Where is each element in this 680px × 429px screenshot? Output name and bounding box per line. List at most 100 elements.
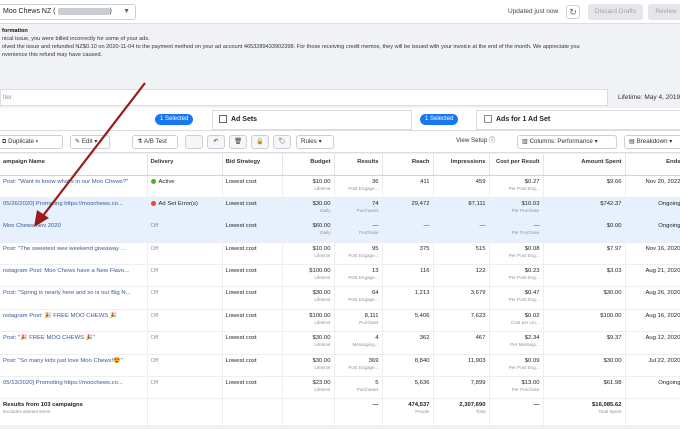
table-row[interactable]: Post: "So many kids just love Moo Chews!… bbox=[0, 354, 680, 378]
table-row[interactable]: nstagram Post: 🎉 FREE MOO CHEWS 🎉 Off Lowe… bbox=[0, 309, 680, 333]
duplicate-button[interactable]: ⧉ Duplicate ▾ bbox=[0, 135, 63, 149]
undo-icon[interactable]: ↶ bbox=[207, 135, 225, 149]
table-row[interactable]: Post: "Want to know what's in our Moo Ch… bbox=[0, 175, 680, 198]
chevron-down-icon: ▾ bbox=[594, 138, 598, 145]
blank-tool-button[interactable] bbox=[185, 135, 203, 149]
budget-sublabel: Lifetime bbox=[314, 297, 331, 303]
table-row[interactable]: Post: "Spring is nearly here and so is o… bbox=[0, 286, 680, 310]
reach-value: 1,213 bbox=[414, 290, 430, 297]
campaign-name-link[interactable]: Post: "Want to know what's in our Moo Ch… bbox=[0, 175, 148, 198]
tab-ad-sets[interactable]: Ad Sets bbox=[212, 110, 412, 130]
campaign-name-link[interactable]: Post: "The sweetest wee weekend giveaway… bbox=[0, 242, 148, 266]
col-campaign-name[interactable]: ampaign Name bbox=[0, 154, 148, 176]
campaign-name-link[interactable]: Post: "🎉 FREE MOO CHEWS 🎉" bbox=[0, 331, 148, 355]
impressions: 11,903 bbox=[433, 354, 490, 378]
tab-ads[interactable]: Ads for 1 Ad Set bbox=[476, 110, 680, 130]
ends-date-value: Ongoing bbox=[658, 223, 680, 230]
trash-icon[interactable]: 🗑 bbox=[229, 135, 247, 149]
reach: 8,840 bbox=[382, 354, 434, 378]
reach-value: 362 bbox=[419, 335, 430, 342]
reach: 362 bbox=[382, 331, 434, 355]
campaign-name-link[interactable]: nstagram Post: Moo Chews have a New Flav… bbox=[0, 264, 148, 288]
discard-drafts-button[interactable]: Discard Drafts bbox=[588, 4, 643, 20]
account-selector[interactable]: Moo Chews NZ () ▼ bbox=[0, 4, 136, 20]
selected-campaigns-pill[interactable]: 1 Selected bbox=[155, 114, 194, 125]
columns-dropdown[interactable]: ▥ Columns: Performance ▾ bbox=[517, 135, 617, 149]
search-filter-input[interactable]: lter bbox=[0, 89, 608, 106]
results-sublabel: Post Engage... bbox=[348, 364, 379, 370]
col-reach[interactable]: Reach bbox=[382, 154, 434, 176]
budget[interactable]: $60.00 Daily bbox=[282, 219, 335, 243]
col-results[interactable]: Results bbox=[334, 154, 383, 176]
cost-per-result-value: — bbox=[533, 223, 540, 230]
results-value: 5 bbox=[375, 380, 379, 387]
ends-date-value: Aug 16, 2020 bbox=[645, 312, 680, 319]
ends-date: Jul 22, 2020 bbox=[625, 354, 680, 378]
results: 8,111 Purchase bbox=[334, 309, 383, 333]
col-bid-strategy[interactable]: Bid Strategy bbox=[222, 154, 283, 176]
table-row[interactable]: Moo Chews Nov 2020 Off Lowest cost $60.00 Da… bbox=[0, 219, 680, 243]
cost-per-result-value: $2.34 bbox=[524, 335, 540, 342]
col-budget[interactable]: Budget bbox=[282, 154, 335, 176]
col-ends[interactable]: Ends bbox=[625, 154, 680, 176]
chevron-down-icon: ▾ bbox=[94, 138, 98, 145]
col-impressions[interactable]: Impressions bbox=[433, 154, 490, 176]
budget[interactable]: $30.00 Lifetime bbox=[282, 286, 335, 310]
lock-icon[interactable]: 🔒 bbox=[251, 135, 269, 149]
cost-per-result-sublabel: Per Purchase bbox=[511, 207, 540, 213]
col-amount-spent[interactable]: Amount Spent bbox=[543, 154, 626, 176]
campaign-name-link[interactable]: Moo Chews Nov 2020 bbox=[0, 219, 148, 243]
bid-strategy-value: Lowest cost bbox=[225, 335, 257, 342]
campaign-name-link-value: Post: "So many kids just love Moo Chews!… bbox=[3, 357, 123, 364]
table-row[interactable]: Post: "The sweetest wee weekend giveaway… bbox=[0, 242, 680, 266]
breakdown-dropdown[interactable]: ▤ Breakdown ▾ bbox=[624, 135, 680, 149]
review-button[interactable]: Review bbox=[648, 4, 680, 20]
totals-impressions: 2,307,690 Total bbox=[433, 398, 490, 429]
campaign-name-link[interactable]: 05/13/2020] Promoting https://moochews.c… bbox=[0, 376, 148, 400]
selected-adsets-pill[interactable]: 1 Selected bbox=[420, 114, 459, 125]
date-range-picker[interactable]: Lifetime: May 4, 2019 bbox=[612, 89, 680, 106]
reach-value: 116 bbox=[420, 268, 430, 275]
budget[interactable]: $100.00 Lifetime bbox=[282, 264, 335, 288]
table-row[interactable]: nstagram Post: Moo Chews have a New Flav… bbox=[0, 264, 680, 288]
edit-button[interactable]: ✎ Edit ▾ bbox=[70, 135, 110, 149]
rules-button[interactable]: Rules ▾ bbox=[296, 135, 334, 149]
table-row[interactable]: 05/26/2020] Promoting https://moochews.c… bbox=[0, 197, 680, 221]
budget[interactable]: $23.00 Lifetime bbox=[282, 376, 335, 400]
tag-icon[interactable]: 🏷 bbox=[273, 135, 291, 149]
campaign-name-link[interactable]: nstagram Post: 🎉 FREE MOO CHEWS 🎉 bbox=[0, 309, 148, 333]
ab-test-button[interactable]: ⚗ A/B Test bbox=[132, 135, 178, 149]
notice-line-1: nical issue, you were billed incorrectly… bbox=[2, 36, 150, 42]
chevron-down-icon: ▾ bbox=[318, 138, 322, 145]
cost-per-result: $0.23 Per Post Eng... bbox=[489, 264, 544, 288]
amount-spent-value: $30.00 bbox=[603, 290, 622, 297]
col-delivery[interactable]: Delivery bbox=[147, 154, 223, 176]
campaign-name-link[interactable]: 05/26/2020] Promoting https://moochews.c… bbox=[0, 197, 148, 221]
budget[interactable]: $10.00 Lifetime bbox=[282, 242, 335, 266]
campaign-name-link[interactable]: Post: "So many kids just love Moo Chews!… bbox=[0, 354, 148, 378]
results-sublabel: Post Engage... bbox=[348, 252, 379, 258]
status-dot-icon bbox=[150, 178, 156, 184]
amount-spent: $7.97 bbox=[543, 242, 626, 266]
table-row[interactable]: Post: "🎉 FREE MOO CHEWS 🎉" Off Lowest cost… bbox=[0, 331, 680, 355]
view-setup-toggle[interactable]: View Setup ⓘ bbox=[452, 135, 510, 149]
empty-cell bbox=[222, 398, 283, 429]
checkbox-icon bbox=[484, 115, 492, 124]
budget[interactable]: $10.00 Lifetime bbox=[282, 175, 335, 198]
col-cost-per-result[interactable]: Cost per Result bbox=[489, 154, 544, 176]
impressions-value: 515 bbox=[475, 245, 486, 252]
budget[interactable]: $30.00 Lifetime bbox=[282, 331, 335, 355]
table-row[interactable]: 05/13/2020] Promoting https://moochews.c… bbox=[0, 376, 680, 400]
totals-label: Results from 103 campaigns Excludes delet… bbox=[0, 398, 148, 429]
delivery-status: Off bbox=[147, 309, 223, 333]
bid-strategy-value: Lowest cost bbox=[225, 312, 257, 319]
cost-per-result-sublabel: Per Post Eng... bbox=[508, 297, 540, 303]
budget[interactable]: $30.00 Daily bbox=[282, 197, 335, 221]
cost-per-result-value: $0.23 bbox=[524, 268, 540, 275]
budget[interactable]: $30.00 Lifetime bbox=[282, 354, 335, 378]
impressions-value: 467 bbox=[475, 335, 486, 342]
ends-date: Aug 26, 2020 bbox=[625, 286, 680, 310]
refresh-icon[interactable]: ↻ bbox=[566, 5, 580, 19]
budget[interactable]: $100.00 Lifetime bbox=[282, 309, 335, 333]
campaign-name-link[interactable]: Post: "Spring is nearly here and so is o… bbox=[0, 286, 148, 310]
